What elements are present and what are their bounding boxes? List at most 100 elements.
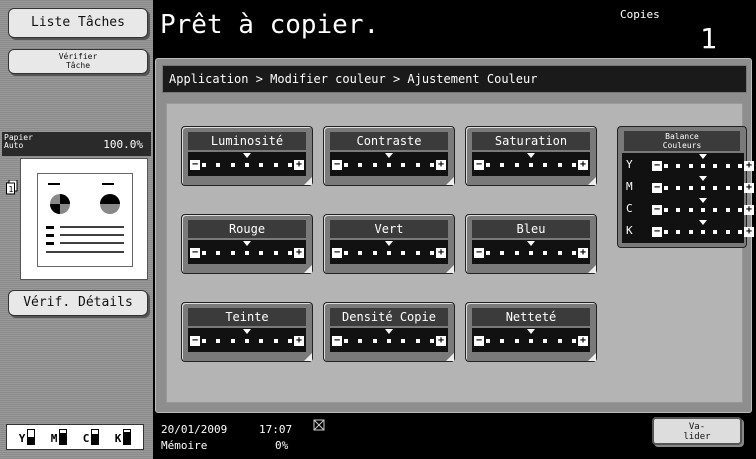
saturation-tick <box>557 163 562 167</box>
saturation-tick <box>514 163 519 167</box>
densite-copie-tick <box>372 339 377 343</box>
teinte-minus-button[interactable]: − <box>190 336 200 346</box>
balance-y-level-marker <box>699 154 707 159</box>
rouge-plus-button[interactable]: + <box>294 248 304 258</box>
balance-m-minus-button[interactable]: − <box>652 183 662 193</box>
tile-corner-mark <box>446 353 454 361</box>
color-balance-tile[interactable]: Balance Couleurs Y − + M − + C − + K − + <box>617 126 754 248</box>
saturation-plus-button[interactable]: + <box>578 160 588 170</box>
rouge-tick <box>259 251 264 255</box>
teinte-tick <box>273 339 278 343</box>
contraste-level-marker <box>385 153 393 158</box>
balance-m-tick <box>700 186 705 190</box>
tile-saturation-slider-bg: − + <box>472 152 590 176</box>
bleu-minus-button[interactable]: − <box>474 248 484 258</box>
nettete-tick <box>543 339 548 343</box>
balance-m-plus-button[interactable]: + <box>744 183 754 193</box>
balance-k-tick <box>713 230 718 234</box>
teinte-tick <box>216 339 221 343</box>
vert-tick <box>429 251 434 255</box>
balance-row-m-slider-wrap: − + <box>636 175 754 197</box>
bleu-level-marker <box>527 241 535 246</box>
contraste-scale <box>344 160 434 170</box>
nettete-tick <box>486 339 490 343</box>
toner-k: K <box>115 429 132 445</box>
check-job-button[interactable]: Vérifier Tâche <box>8 49 148 74</box>
balance-y-minus-button[interactable]: − <box>652 161 662 171</box>
tile-luminosite-slider-bg: − + <box>188 152 306 176</box>
densite-copie-tick <box>401 339 406 343</box>
tile-contraste[interactable]: Contraste − + <box>323 126 455 186</box>
tile-densite-copie[interactable]: Densité Copie − + <box>323 302 455 362</box>
nettete-minus-button[interactable]: − <box>474 336 484 346</box>
rouge-level-marker <box>243 241 251 246</box>
densite-copie-tick <box>415 339 420 343</box>
balance-m-tick <box>713 186 718 190</box>
balance-y-plus-button[interactable]: + <box>744 161 754 171</box>
vert-slider: − + <box>330 240 448 264</box>
copier-screen: Liste Tâches Vérifier Tâche Papier Auto … <box>0 0 756 459</box>
densite-copie-plus-button[interactable]: + <box>436 336 446 346</box>
contraste-minus-button[interactable]: − <box>332 160 342 170</box>
luminosite-tick <box>259 163 264 167</box>
balance-y-tick <box>664 164 668 168</box>
saturation-tick <box>486 163 490 167</box>
nettete-plus-button[interactable]: + <box>578 336 588 346</box>
balance-k-tick <box>725 230 730 234</box>
rouge-scale <box>202 248 292 258</box>
balance-y-scale <box>664 161 742 171</box>
balance-c-tick <box>664 208 668 212</box>
balance-y-tick <box>676 164 681 168</box>
tile-saturation[interactable]: Saturation − + <box>465 126 597 186</box>
contraste-tick <box>429 163 434 167</box>
balance-k-minus-button[interactable]: − <box>652 227 662 237</box>
densite-copie-tick <box>358 339 363 343</box>
job-list-button[interactable]: Liste Tâches <box>8 8 148 38</box>
densite-copie-scale <box>344 336 434 346</box>
tile-luminosite[interactable]: Luminosité − + <box>181 126 313 186</box>
balance-m-slider: − + <box>650 175 756 199</box>
saturation-tick <box>571 163 576 167</box>
luminosite-plus-button[interactable]: + <box>294 160 304 170</box>
nettete-tick <box>528 339 533 343</box>
paper-label: Papier Auto <box>4 134 44 150</box>
tile-nettete[interactable]: Netteté − + <box>465 302 597 362</box>
contraste-plus-button[interactable]: + <box>436 160 446 170</box>
vert-tick <box>415 251 420 255</box>
balance-c-level-marker <box>699 198 707 203</box>
bleu-plus-button[interactable]: + <box>578 248 588 258</box>
validate-button[interactable]: Va- lider <box>652 417 742 445</box>
zoom-value: 100.0% <box>103 138 143 151</box>
tile-teinte[interactable]: Teinte − + <box>181 302 313 362</box>
copies-count[interactable]: 1 <box>700 22 717 55</box>
bleu-tick <box>557 251 562 255</box>
luminosite-minus-button[interactable]: − <box>190 160 200 170</box>
toner-y-letter: Y <box>18 432 26 445</box>
vert-tick <box>358 251 363 255</box>
balance-c-tick <box>713 208 718 212</box>
toner-c-fill <box>92 434 99 444</box>
tile-bleu[interactable]: Bleu − + <box>465 214 597 274</box>
balance-c-plus-button[interactable]: + <box>744 205 754 215</box>
densite-copie-minus-button[interactable]: − <box>332 336 342 346</box>
densite-copie-tick <box>386 339 391 343</box>
vert-plus-button[interactable]: + <box>436 248 446 258</box>
teinte-plus-button[interactable]: + <box>294 336 304 346</box>
vert-minus-button[interactable]: − <box>332 248 342 258</box>
balance-k-plus-button[interactable]: + <box>744 227 754 237</box>
rouge-minus-button[interactable]: − <box>190 248 200 258</box>
tile-rouge[interactable]: Rouge − + <box>181 214 313 274</box>
tile-vert[interactable]: Vert − + <box>323 214 455 274</box>
balance-c-tick <box>688 208 693 212</box>
balance-c-minus-button[interactable]: − <box>652 205 662 215</box>
saturation-scale <box>486 160 576 170</box>
saturation-minus-button[interactable]: − <box>474 160 484 170</box>
vert-tick <box>401 251 406 255</box>
balance-k-tick <box>676 230 681 234</box>
balance-row-k-slider-wrap: − + <box>636 219 754 241</box>
densite-copie-tick <box>344 339 348 343</box>
contraste-tick <box>401 163 406 167</box>
balance-y-tick <box>713 164 718 168</box>
check-details-button[interactable]: Vérif. Détails <box>8 290 148 316</box>
balance-row-c-letter: C <box>626 202 633 215</box>
